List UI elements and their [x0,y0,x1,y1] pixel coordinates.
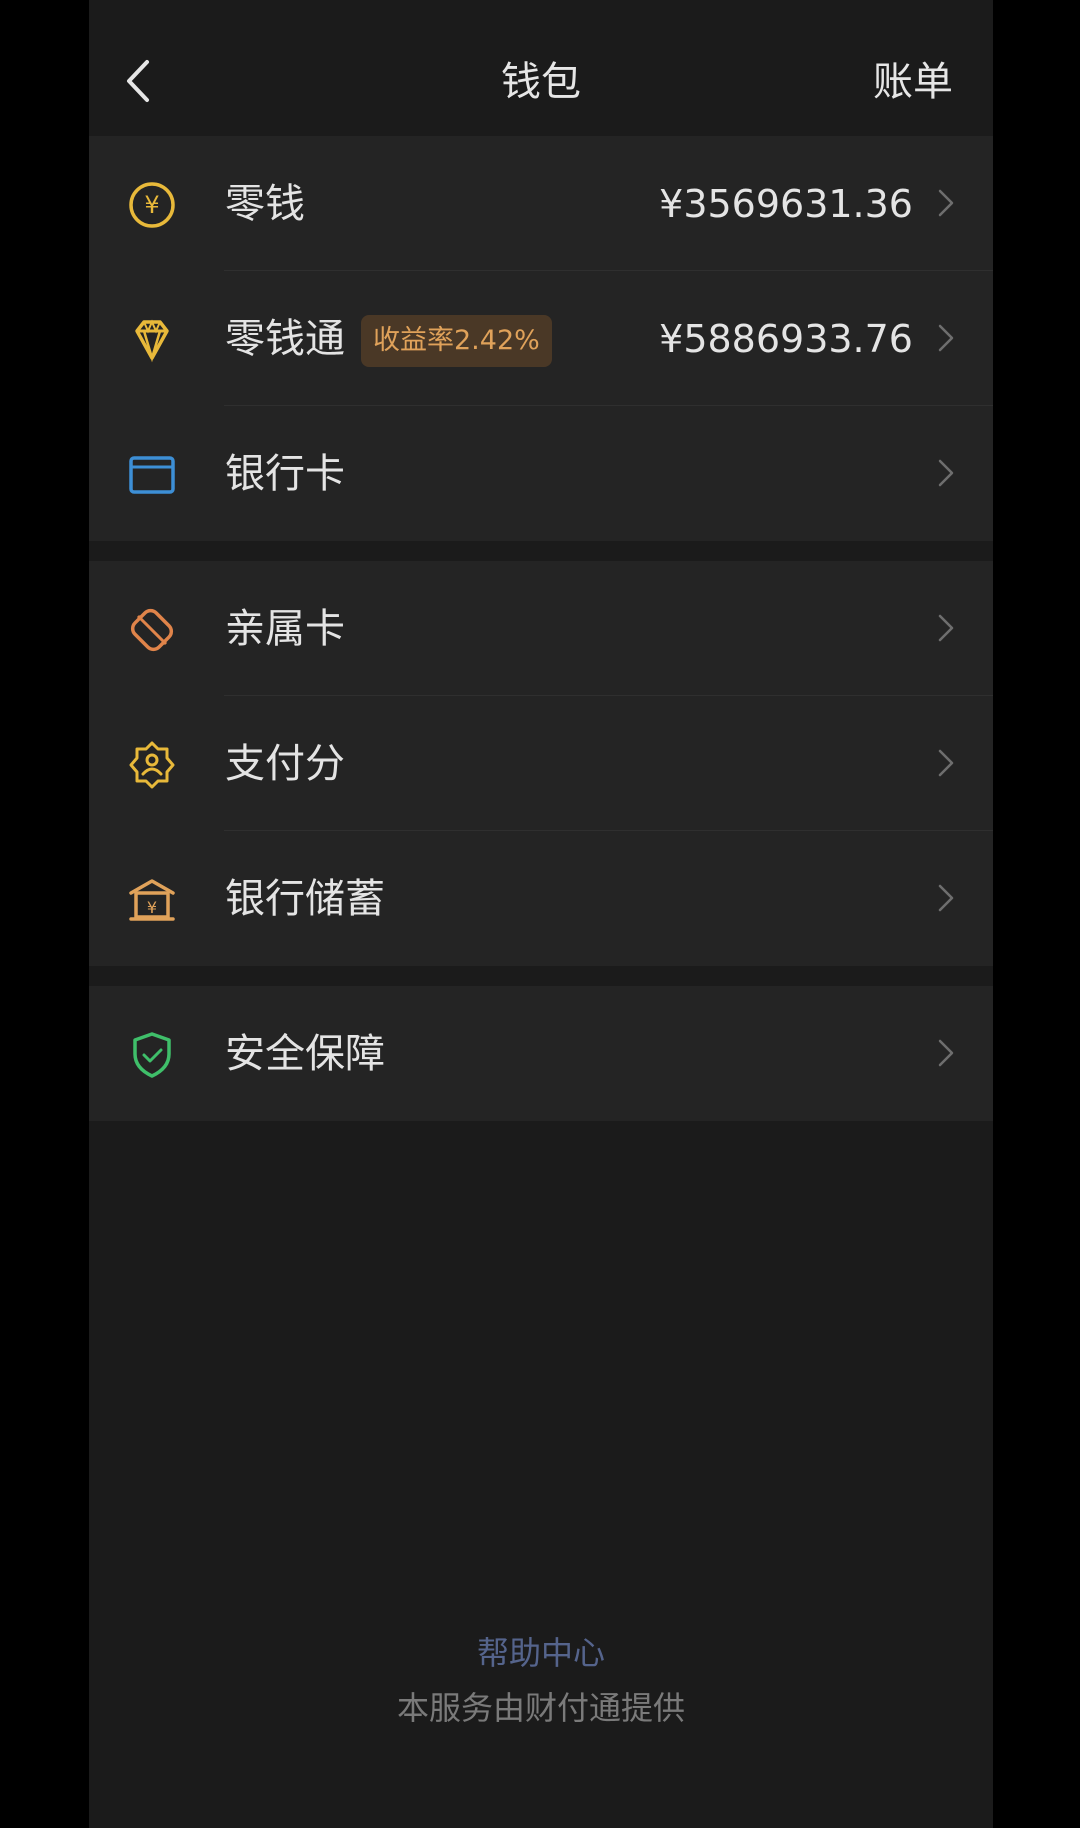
row-security[interactable]: 安全保障 [89,986,993,1121]
bank-card-icon [129,456,175,494]
bank-savings-icon: ¥ [129,879,175,921]
row-label: 零钱 [225,181,305,227]
row-pay-score[interactable]: 支付分 [89,696,993,831]
balance-group: ¥ 零钱 ¥3569631.36 零钱通 收益率2.42% ¥5886933.7… [89,136,993,541]
row-label: 安全保障 [225,1031,385,1077]
security-group: 安全保障 [89,986,993,1121]
diamond-icon [135,319,169,363]
row-label: 银行卡 [225,451,345,497]
pay-score-icon [129,741,175,789]
chevron-right-icon [938,324,954,352]
services-group: 亲属卡 支付分 ¥ 银行储蓄 [89,561,993,966]
row-bank-savings[interactable]: ¥ 银行储蓄 [89,831,993,966]
wallet-screen: 钱包 账单 ¥ 零钱 ¥3569631.36 零钱通 收益率2.42% ¥588… [89,0,993,1828]
row-bank-card[interactable]: 银行卡 [89,406,993,541]
yuan-coin-icon: ¥ [129,182,175,228]
svg-text:¥: ¥ [147,898,157,917]
chevron-right-icon [938,1039,954,1067]
chevron-right-icon [938,614,954,642]
service-provider-note: 本服务由财付通提供 [396,1689,685,1727]
row-change[interactable]: ¥ 零钱 ¥3569631.36 [89,136,993,271]
row-change-pass[interactable]: 零钱通 收益率2.42% ¥5886933.76 [89,271,993,406]
shield-icon [133,1032,171,1078]
svg-text:¥: ¥ [144,191,159,219]
row-label: 零钱通 [225,316,345,362]
change-amount: ¥3569631.36 [659,182,913,226]
chevron-right-icon [938,884,954,912]
nav-bar: 钱包 账单 [89,0,993,136]
help-center-link[interactable]: 帮助中心 [89,1628,993,1678]
family-card-icon [130,608,174,652]
row-label: 银行储蓄 [225,876,385,922]
change-pass-amount: ¥5886933.76 [659,317,913,361]
row-label: 亲属卡 [225,606,345,652]
chevron-right-icon [938,749,954,777]
chevron-right-icon [938,459,954,487]
yield-badge: 收益率2.42% [361,315,552,367]
row-label: 支付分 [225,741,345,787]
page-title: 钱包 [501,59,581,105]
chevron-right-icon [938,189,954,217]
row-family-card[interactable]: 亲属卡 [89,561,993,696]
bill-button[interactable]: 账单 [873,52,953,112]
